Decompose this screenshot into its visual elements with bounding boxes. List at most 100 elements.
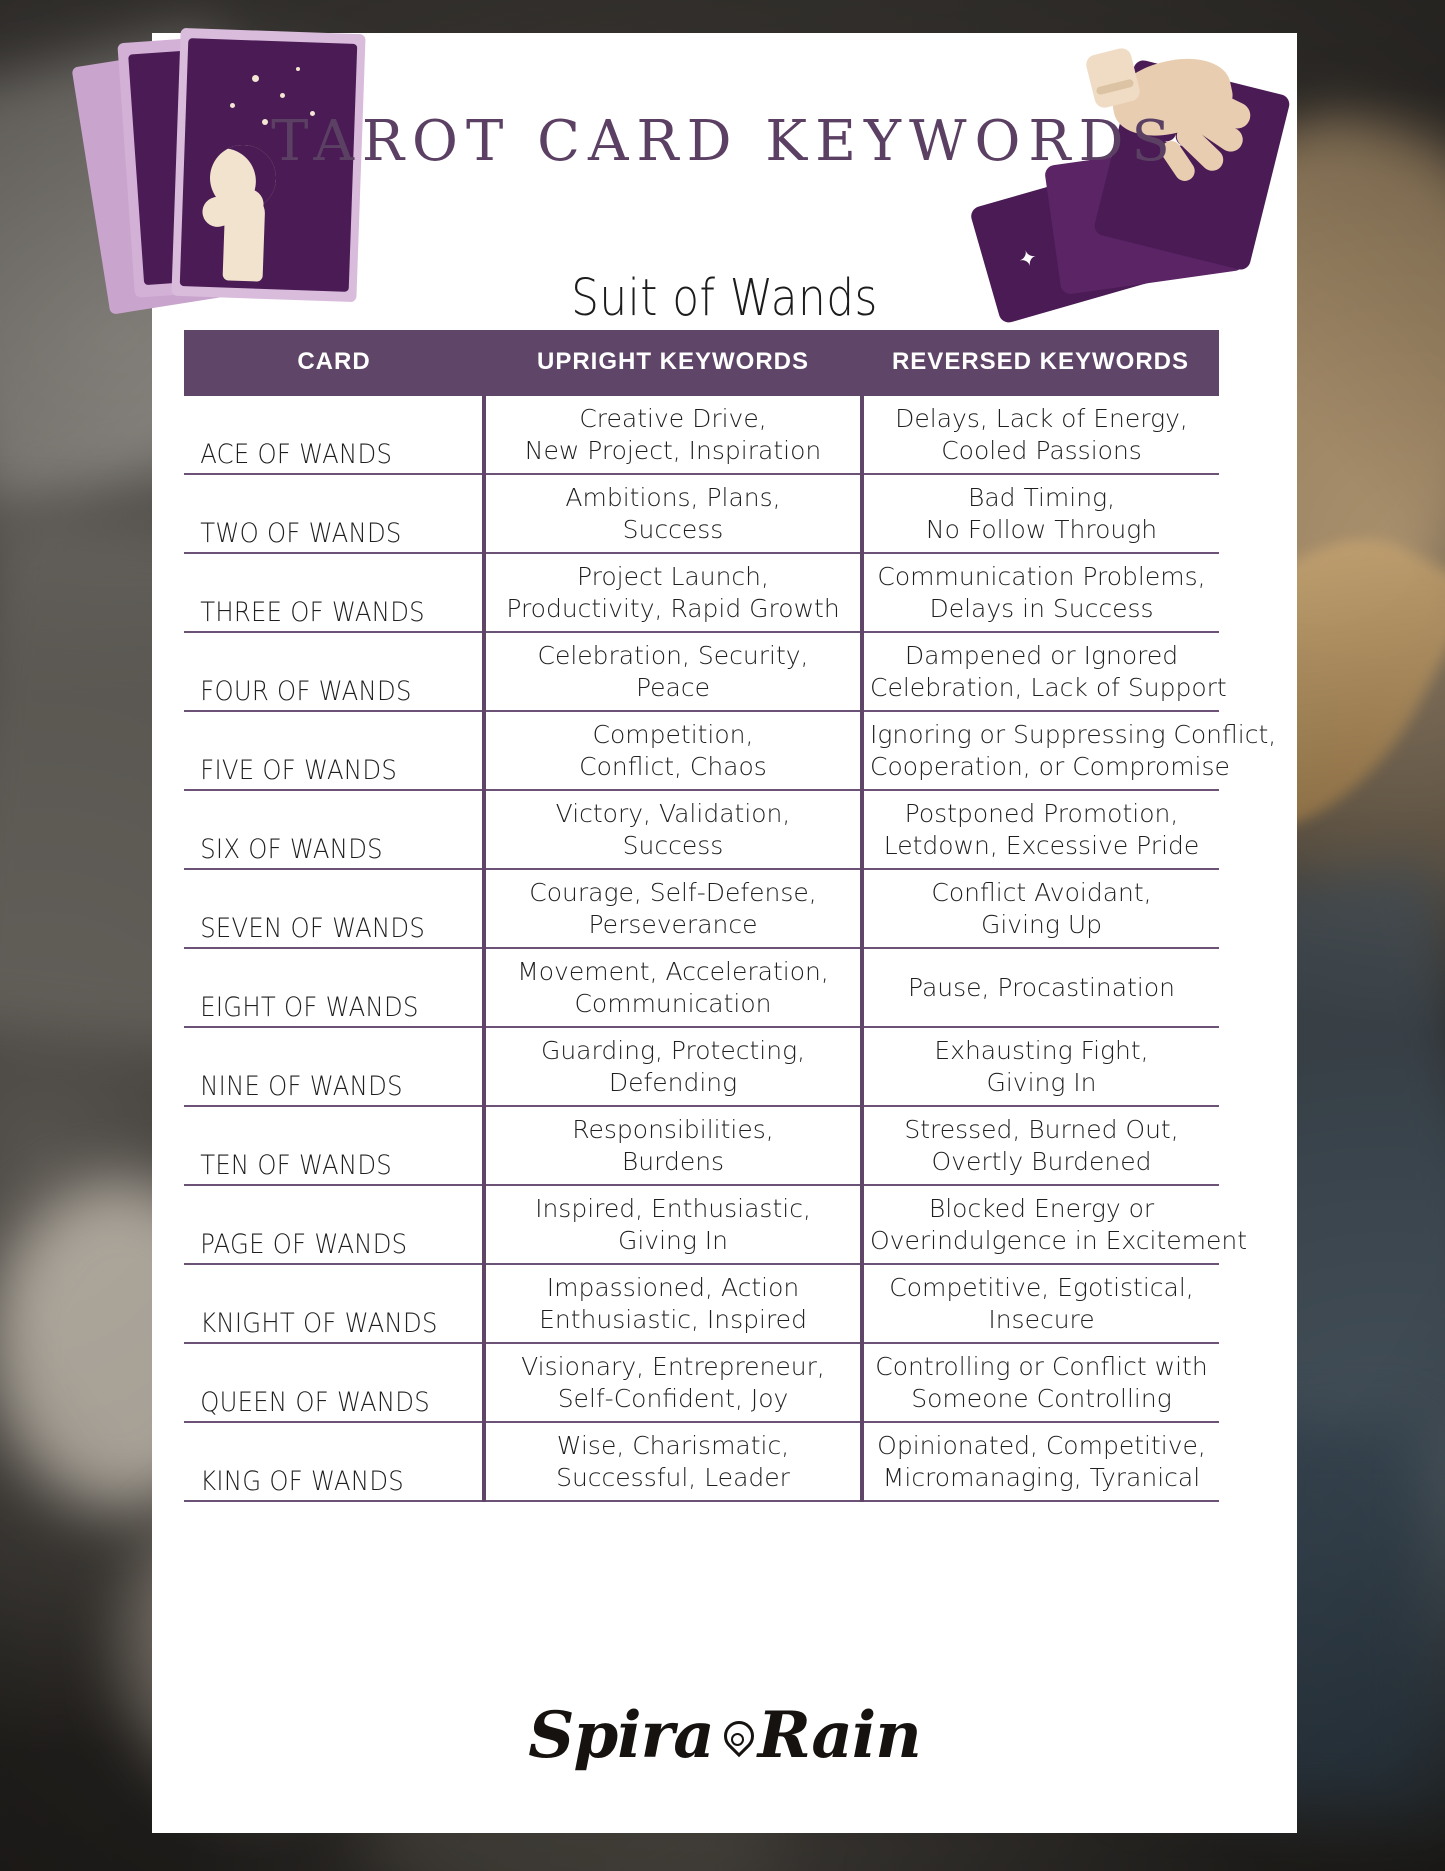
- keyword-line: Dampened or Ignored: [904, 641, 1179, 670]
- keyword-line: Postponed Promotion,: [904, 799, 1179, 828]
- table-row: ACE OF WANDS Creative Drive, New Project, …: [184, 396, 1219, 475]
- keyword-line: Someone Controlling: [911, 1383, 1172, 1413]
- keyword-line: Productivity, Rapid Growth: [506, 593, 840, 623]
- keyword-line: Ambitions, Plans,: [565, 483, 781, 512]
- star-icon: [252, 75, 259, 82]
- upright-keywords-cell: Victory, Validation, Success: [482, 790, 862, 870]
- card-name-cell: TWO OF WANDS: [184, 474, 454, 554]
- keywords-table-wrap: CARD UPRIGHT KEYWORDS REVERSED KEYWORDS …: [184, 330, 1277, 1502]
- keyword-line: Project Launch,: [577, 562, 769, 591]
- keywords-table: CARD UPRIGHT KEYWORDS REVERSED KEYWORDS …: [184, 330, 1277, 1502]
- keyword-line: Communication: [574, 988, 772, 1018]
- keyword-line: Successful, Leader: [556, 1462, 790, 1492]
- upright-keywords-cell: Courage, Self-Defense, Perseverance: [482, 869, 862, 949]
- card-name-cell: EIGHT OF WANDS: [184, 948, 454, 1028]
- column-header-upright: UPRIGHT KEYWORDS: [484, 330, 862, 396]
- upright-keywords-cell: Movement, Acceleration, Communication: [482, 948, 862, 1028]
- keyword-line: Micromanaging, Tyranical: [882, 1462, 1201, 1492]
- keyword-line: Pause, Procastination: [908, 972, 1175, 1002]
- keyword-line: Blocked Energy or: [928, 1194, 1155, 1223]
- keyword-line: Enthusiastic, Inspired: [539, 1304, 807, 1334]
- keyword-line: Giving Up: [980, 909, 1103, 939]
- water-drop-spiral-icon: [716, 1719, 756, 1765]
- table-body: ACE OF WANDS Creative Drive, New Project, …: [184, 396, 1277, 1502]
- star-icon: [296, 67, 300, 71]
- keyword-line: Success: [622, 830, 724, 860]
- table-row: QUEEN OF WANDS Visionary, Entrepreneur, Se…: [184, 1343, 1219, 1423]
- keyword-line: Communication Problems,: [877, 562, 1206, 591]
- keyword-line: Wise, Charismatic,: [556, 1431, 790, 1460]
- reversed-keywords-cell: Stressed, Burned Out, Overtly Burdened: [860, 1106, 1219, 1186]
- keyword-line: Overtly Burdened: [931, 1146, 1152, 1176]
- keyword-line: Giving In: [986, 1067, 1097, 1097]
- keyword-line: Delays in Success: [929, 593, 1154, 623]
- keyword-line: Insecure: [988, 1304, 1095, 1334]
- keyword-line: Cooled Passions: [941, 435, 1142, 465]
- reversed-keywords-cell: Opinionated, Competitive, Micromanaging, …: [860, 1422, 1219, 1502]
- keyword-line: Competition,: [592, 720, 754, 749]
- table-row: FIVE OF WANDS Competition, Conflict, Chaos…: [184, 711, 1277, 791]
- keyword-line: Success: [622, 514, 724, 544]
- table-row: PAGE OF WANDS Inspired, Enthusiastic, Givi…: [184, 1185, 1248, 1265]
- card-name-cell: TEN OF WANDS: [184, 1106, 454, 1186]
- upright-keywords-cell: Responsibilities, Burdens: [482, 1106, 862, 1186]
- reversed-keywords-cell: Exhausting Fight, Giving In: [860, 1027, 1219, 1107]
- upright-keywords-cell: Visionary, Entrepreneur, Self-Confident, …: [482, 1343, 862, 1423]
- keyword-line: Celebration, Security,: [537, 641, 809, 670]
- keyword-line: Guarding, Protecting,: [540, 1036, 806, 1065]
- reversed-keywords-cell: Blocked Energy or Overindulgence in Excit…: [860, 1185, 1248, 1265]
- page-subtitle: Suit of Wands: [571, 269, 878, 328]
- reversed-keywords-cell: Dampened or Ignored Celebration, Lack of …: [860, 632, 1227, 712]
- keyword-line: Impassioned, Action: [546, 1273, 800, 1302]
- upright-keywords-cell: Creative Drive, New Project, Inspiration: [482, 396, 862, 475]
- table-row: NINE OF WANDS Guarding, Protecting, Defend…: [184, 1027, 1219, 1107]
- keyword-line: Visionary, Entrepreneur,: [521, 1352, 825, 1381]
- reversed-keywords-cell: Pause, Procastination: [860, 948, 1219, 1028]
- keyword-line: Defending: [608, 1067, 738, 1097]
- card-name-cell: NINE OF WANDS: [184, 1027, 454, 1107]
- keyword-line: Ignoring or Suppressing Conflict,: [870, 720, 1277, 749]
- card-name-cell: ACE OF WANDS: [184, 396, 454, 475]
- table-row: FOUR OF WANDS Celebration, Security, Peace…: [184, 632, 1227, 712]
- keyword-line: Creative Drive,: [579, 404, 767, 433]
- keyword-line: Giving In: [617, 1225, 729, 1255]
- keyword-line: Competitive, Egotistical,: [889, 1273, 1194, 1302]
- keyword-line: Peace: [635, 672, 710, 702]
- page-title: TAROT CARD KEYWORDS: [271, 109, 1178, 174]
- table-row: KING OF WANDS Wise, Charismatic, Successfu…: [184, 1422, 1219, 1502]
- keyword-line: Celebration, Lack of Support: [870, 672, 1227, 702]
- keyword-line: Victory, Validation,: [555, 799, 791, 828]
- reversed-keywords-cell: Postponed Promotion, Letdown, Excessive P…: [860, 790, 1219, 870]
- keyword-line: Letdown, Excessive Pride: [883, 830, 1200, 860]
- column-header-reversed: REVERSED KEYWORDS: [862, 330, 1219, 396]
- card-name-cell: QUEEN OF WANDS: [184, 1343, 454, 1423]
- table-row: SIX OF WANDS Victory, Validation, Success P…: [184, 790, 1219, 870]
- card-name-cell: THREE OF WANDS: [184, 553, 454, 633]
- table-row: KNIGHT OF WANDS Impassioned, Action Enthus…: [184, 1264, 1219, 1344]
- keyword-line: Exhausting Fight,: [934, 1036, 1149, 1065]
- table-row: EIGHT OF WANDS Movement, Acceleration, Com…: [184, 948, 1219, 1028]
- keyword-line: Delays, Lack of Energy,: [895, 404, 1188, 433]
- column-header-card: CARD: [184, 330, 484, 396]
- card-name-cell: PAGE OF WANDS: [184, 1185, 454, 1265]
- upright-keywords-cell: Inspired, Enthusiastic, Giving In: [482, 1185, 862, 1265]
- keyword-line: Opinionated, Competitive,: [877, 1431, 1206, 1460]
- reversed-keywords-cell: Competitive, Egotistical, Insecure: [860, 1264, 1219, 1344]
- keyword-line: Stressed, Burned Out,: [904, 1115, 1179, 1144]
- table-header-row: CARD UPRIGHT KEYWORDS REVERSED KEYWORDS: [184, 330, 1219, 396]
- table-row: TWO OF WANDS Ambitions, Plans, Success Bad …: [184, 474, 1219, 554]
- keyword-line: Movement, Acceleration,: [517, 957, 829, 986]
- keyword-line: Conflict Avoidant,: [931, 878, 1152, 907]
- keyword-line: Responsibilities,: [572, 1115, 774, 1144]
- reversed-keywords-cell: Bad Timing, No Follow Through: [860, 474, 1219, 554]
- logo-text-spiral: Spira: [528, 1698, 714, 1773]
- keyword-line: Courage, Self-Defense,: [529, 878, 817, 907]
- reversed-keywords-cell: Conflict Avoidant, Giving Up: [860, 869, 1219, 949]
- keyword-line: No Follow Through: [925, 514, 1158, 544]
- upright-keywords-cell: Guarding, Protecting, Defending: [482, 1027, 862, 1107]
- keyword-line: Perseverance: [588, 909, 758, 939]
- card-name-cell: KNIGHT OF WANDS: [184, 1264, 454, 1344]
- table-row: TEN OF WANDS Responsibilities, Burdens Stre…: [184, 1106, 1219, 1186]
- keyword-line: Overindulgence in Excitement: [870, 1225, 1248, 1255]
- card-name-cell: KING OF WANDS: [184, 1422, 454, 1502]
